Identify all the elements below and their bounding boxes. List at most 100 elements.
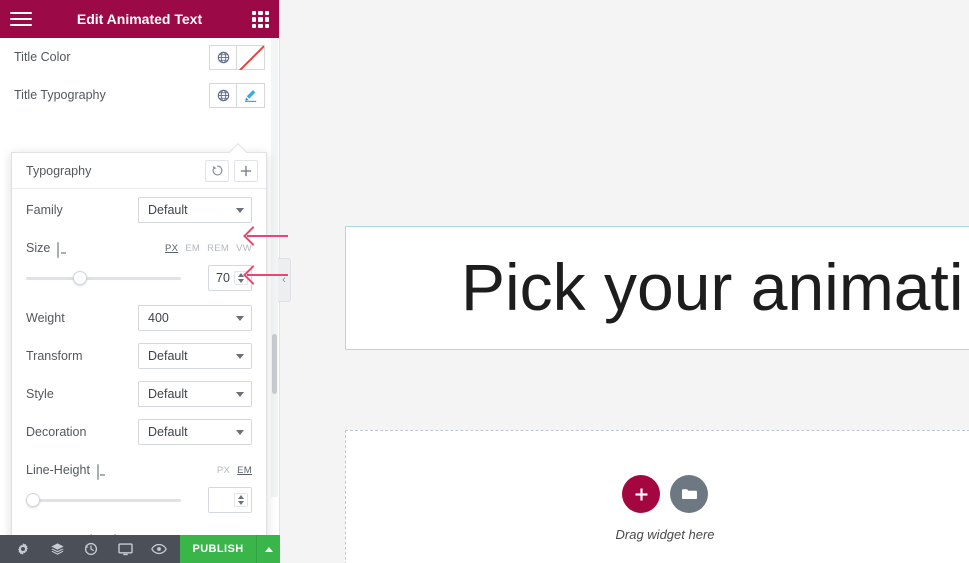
dropzone-label: Drag widget here — [615, 527, 715, 542]
add-widget-button[interactable] — [622, 475, 660, 513]
weight-select[interactable]: 400 — [138, 305, 252, 331]
layers-glyph-icon — [50, 543, 64, 555]
panel-body: Title Color Title Typography Typography … — [0, 38, 279, 563]
animated-text-widget-selection[interactable]: Pick your animati — [345, 226, 969, 350]
reset-icon[interactable] — [205, 159, 229, 182]
title-typography-global-button[interactable] — [209, 82, 237, 108]
layers-icon[interactable] — [40, 535, 74, 563]
globe-icon — [217, 51, 229, 63]
panel-collapse-toggle[interactable]: ‹ — [278, 258, 291, 302]
line-height-slider-track — [26, 499, 181, 502]
editor-panel: Edit Animated Text Title Color Title Typ… — [0, 0, 280, 563]
history-icon[interactable] — [74, 535, 108, 563]
publish-group: PUBLISH — [180, 535, 280, 563]
editor-bottom-bar: PUBLISH — [0, 535, 280, 563]
decoration-label: Decoration — [26, 425, 87, 439]
no-color-swatch — [237, 45, 264, 70]
unit-vw[interactable]: VW — [236, 243, 252, 254]
style-label: Style — [26, 387, 54, 401]
field-transform: Transform Default — [26, 343, 252, 369]
typography-popover-header: Typography — [12, 153, 266, 189]
field-decoration: Decoration Default — [26, 419, 252, 445]
typography-popover: Typography Family Default Size PX EM REM… — [11, 143, 267, 563]
pencil-edit-icon — [244, 89, 257, 102]
family-label: Family — [26, 203, 63, 217]
transform-label: Transform — [26, 349, 83, 363]
decoration-select[interactable]: Default — [138, 419, 252, 445]
responsive-monitor-icon[interactable] — [108, 535, 142, 563]
reset-arrow-icon — [212, 165, 222, 176]
field-style: Style Default — [26, 381, 252, 407]
title-typography-edit-button[interactable] — [237, 82, 265, 108]
family-select[interactable]: Default — [138, 197, 252, 223]
unit-em[interactable]: EM — [185, 243, 200, 254]
size-label-group: Size — [26, 241, 69, 258]
panel-header: Edit Animated Text — [0, 0, 279, 38]
history-glyph-icon — [84, 542, 98, 556]
line-height-number-input[interactable] — [208, 487, 252, 513]
settings-gear-icon[interactable] — [6, 535, 40, 563]
line-height-units[interactable]: PX EM — [217, 465, 252, 476]
control-title-typography: Title Typography — [0, 76, 279, 114]
annotation-arrow-size — [247, 235, 288, 237]
publish-button[interactable]: PUBLISH — [180, 535, 256, 563]
unit-px[interactable]: PX — [165, 243, 178, 254]
animated-title-text: Pick your animati — [461, 250, 964, 324]
family-value: Default — [148, 203, 188, 217]
typography-popover-title: Typography — [26, 163, 92, 178]
size-value: 70 — [216, 271, 230, 285]
chevron-down-icon — [236, 429, 244, 435]
control-title-color: Title Color — [0, 38, 279, 76]
decoration-value: Default — [148, 425, 188, 439]
apps-grid-icon[interactable] — [252, 11, 269, 28]
chevron-down-icon — [236, 207, 244, 213]
transform-value: Default — [148, 349, 188, 363]
size-units[interactable]: PX EM REM VW — [165, 243, 252, 254]
unit-rem[interactable]: REM — [207, 243, 229, 254]
unit-em[interactable]: EM — [237, 465, 252, 476]
monitor-icon[interactable] — [96, 463, 109, 480]
gear-glyph-icon — [18, 543, 28, 555]
elementor-editor-screen: Pick your animati Drag widget here ‹ Edi… — [0, 0, 969, 563]
eye-glyph-icon — [151, 543, 167, 555]
annotation-arrow-weight — [247, 274, 288, 276]
chevron-down-icon — [236, 353, 244, 359]
field-size: Size PX EM REM VW 70 — [26, 235, 252, 293]
weight-value: 400 — [148, 311, 169, 325]
monitor-icon[interactable] — [57, 241, 69, 258]
globe-icon — [217, 89, 229, 101]
title-color-swatch-button[interactable] — [237, 44, 265, 70]
line-height-slider-knob[interactable] — [26, 493, 40, 507]
preview-eye-icon[interactable] — [142, 535, 176, 563]
line-height-label: Line-Height — [26, 463, 90, 477]
publish-options-button[interactable] — [256, 535, 280, 563]
plus-icon[interactable] — [234, 159, 258, 182]
line-height-label-group: Line-Height — [26, 463, 109, 480]
add-template-button[interactable] — [670, 475, 708, 513]
size-slider-track — [26, 277, 181, 280]
style-select[interactable]: Default — [138, 381, 252, 407]
panel-scrollbar[interactable] — [271, 38, 278, 497]
title-typography-label: Title Typography — [14, 88, 106, 102]
weight-label: Weight — [26, 311, 65, 325]
line-height-stepper[interactable] — [234, 493, 248, 507]
field-weight: Weight 400 — [26, 305, 252, 331]
field-family: Family Default — [26, 197, 252, 223]
size-slider-knob[interactable] — [72, 271, 87, 285]
panel-scrollbar-thumb[interactable] — [272, 334, 277, 394]
caret-up-icon — [264, 546, 273, 552]
unit-px[interactable]: PX — [217, 465, 230, 476]
chevron-down-icon — [236, 315, 244, 321]
monitor-glyph-icon — [117, 542, 133, 555]
hamburger-icon[interactable] — [10, 10, 32, 28]
field-line-height: Line-Height PX EM — [26, 457, 252, 515]
title-color-global-button[interactable] — [209, 44, 237, 70]
line-height-slider[interactable] — [26, 493, 181, 507]
style-value: Default — [148, 387, 188, 401]
plus-icon — [635, 488, 647, 500]
title-color-label: Title Color — [14, 50, 71, 64]
page-title: Edit Animated Text — [76, 11, 203, 27]
size-slider[interactable] — [26, 271, 181, 285]
transform-select[interactable]: Default — [138, 343, 252, 369]
widget-dropzone[interactable]: Drag widget here — [345, 430, 969, 563]
